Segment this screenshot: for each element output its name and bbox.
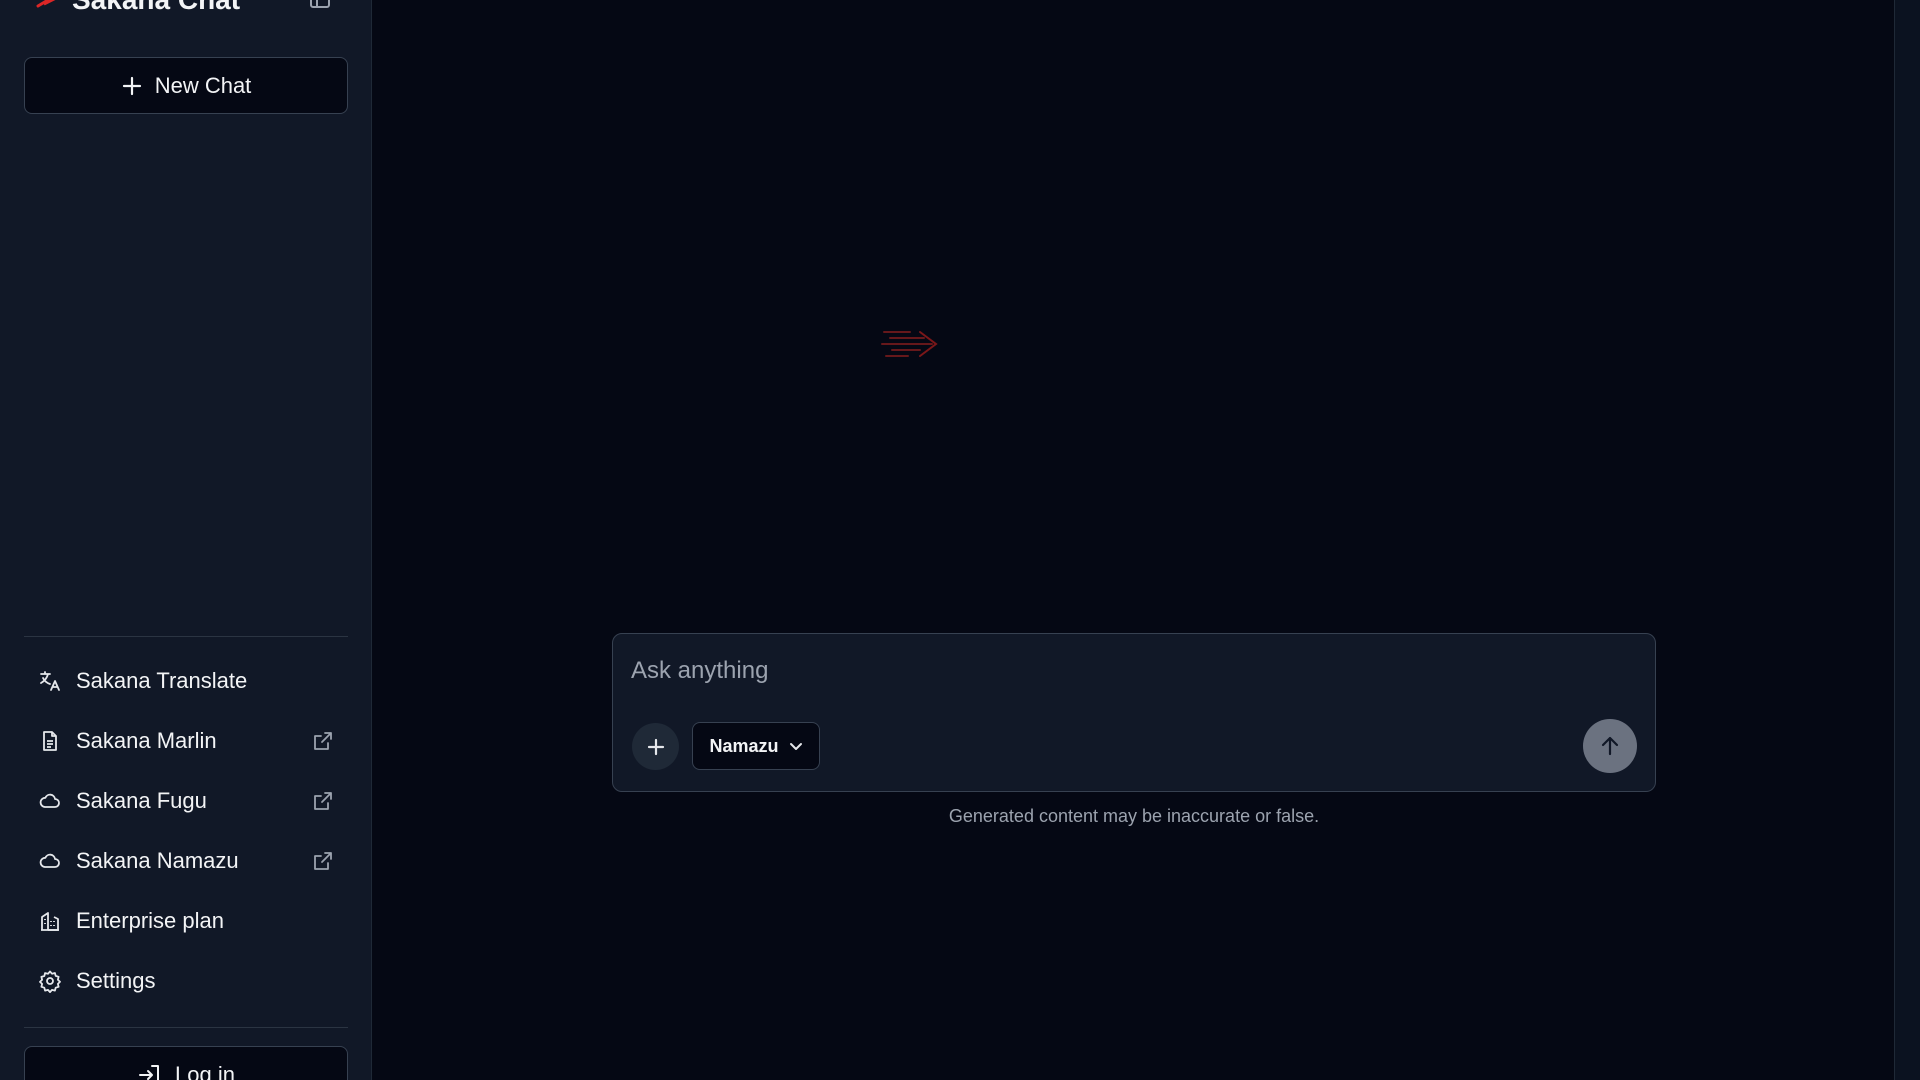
sidebar-item-label: Settings <box>76 968 156 993</box>
sidebar-item-label: Sakana Translate <box>76 668 248 693</box>
external-link-icon[interactable] <box>312 790 334 812</box>
new-chat-label: New Chat <box>154 72 252 98</box>
cloud-icon <box>38 849 62 873</box>
sidebar-item-sakana-namazu[interactable]: Sakana Namazu <box>24 837 348 885</box>
login-label: Log in <box>175 1061 235 1080</box>
sidebar-item-label: Sakana Namazu <box>76 848 239 873</box>
plus-icon <box>121 75 143 97</box>
login-icon <box>137 1063 163 1080</box>
sidebar-item-settings[interactable]: Settings <box>24 957 348 1005</box>
sidebar-item-sakana-marlin[interactable]: Sakana Marlin <box>24 717 348 765</box>
arrow-up-icon <box>1601 736 1619 756</box>
brand[interactable]: Sakana Chat <box>36 0 240 16</box>
send-button[interactable] <box>1583 719 1637 773</box>
chevron-down-icon <box>789 741 803 751</box>
new-chat-button[interactable]: New Chat <box>24 57 348 114</box>
plus-icon <box>647 738 664 755</box>
sidebar-toggle-icon <box>310 0 330 8</box>
sidebar-item-label: Sakana Marlin <box>76 728 217 753</box>
translate-icon <box>38 669 62 693</box>
attach-button[interactable] <box>632 723 679 770</box>
external-link-icon[interactable] <box>312 850 334 872</box>
gear-icon <box>38 969 62 993</box>
cloud-icon <box>38 789 62 813</box>
sidebar-divider <box>24 1027 348 1028</box>
right-panel-edge <box>1894 0 1920 1080</box>
disclaimer-text: Generated content may be inaccurate or f… <box>948 806 1320 826</box>
sidebar-item-label: Sakana Fugu <box>76 788 207 813</box>
chat-composer: Namazu <box>612 633 1656 792</box>
sakana-logo-icon <box>36 0 60 12</box>
model-selector[interactable]: Namazu <box>692 722 820 770</box>
login-button[interactable]: Log in <box>24 1046 348 1080</box>
document-icon <box>38 729 62 753</box>
sidebar-item-sakana-fugu[interactable]: Sakana Fugu <box>24 777 348 825</box>
sidebar-item-sakana-translate[interactable]: Sakana Translate <box>24 657 348 705</box>
chat-input[interactable] <box>631 654 1631 688</box>
sidebar-item-enterprise-plan[interactable]: Enterprise plan <box>24 897 348 945</box>
brand-name: Sakana Chat <box>72 0 240 16</box>
sidebar-toggle-button[interactable] <box>308 0 332 10</box>
sidebar-divider <box>24 636 348 637</box>
sidebar-item-label: Enterprise plan <box>76 908 224 933</box>
model-selector-label: Namazu <box>709 735 779 756</box>
building-icon <box>38 909 62 933</box>
sidebar: Sakana Chat New Chat Sakana Translate Sa… <box>0 0 372 1080</box>
sakana-logo-icon <box>880 322 940 362</box>
external-link-icon[interactable] <box>312 730 334 752</box>
